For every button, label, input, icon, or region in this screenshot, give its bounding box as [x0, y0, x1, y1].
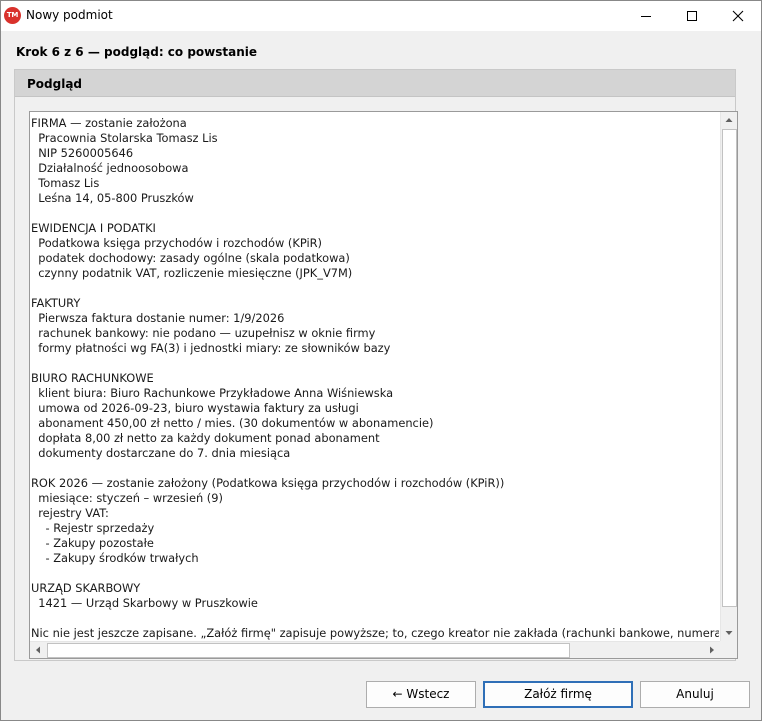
preview-line: FAKTURY	[31, 296, 81, 310]
preview-text: FIRMA — zostanie założona Pracownia Stol…	[31, 113, 719, 642]
preview-group: Podgląd FIRMA — zostanie założona Pracow…	[14, 69, 738, 661]
preview-textbox[interactable]: FIRMA — zostanie założona Pracownia Stol…	[29, 111, 738, 659]
app-logo-icon: TM	[4, 7, 21, 24]
preview-line: umowa od 2026-09-23, biuro wystawia fakt…	[31, 401, 359, 415]
scroll-right-button[interactable]	[704, 642, 720, 658]
chevron-left-icon	[36, 646, 40, 654]
preview-line: ROK 2026 — zostanie założony (Podatkowa …	[31, 476, 505, 490]
chevron-down-icon	[725, 631, 733, 635]
preview-line: - Zakupy środków trwałych	[31, 551, 199, 565]
preview-line: miesiące: styczeń – wrzesień (9)	[31, 491, 223, 505]
preview-line: abonament 450,00 zł netto / mies. (30 do…	[31, 416, 434, 430]
preview-line: Pracownia Stolarska Tomasz Lis	[31, 131, 218, 145]
horizontal-scroll-thumb[interactable]	[47, 643, 570, 658]
maximize-button[interactable]	[669, 1, 715, 31]
vertical-scroll-thumb[interactable]	[722, 129, 737, 607]
vertical-scrollbar[interactable]	[720, 112, 737, 641]
preview-line: Leśna 14, 05-800 Pruszków	[31, 191, 194, 205]
horizontal-scrollbar[interactable]	[30, 641, 720, 658]
preview-line: formy płatności wg FA(3) i jednostki mia…	[31, 341, 391, 355]
window-title: Nowy podmiot	[26, 8, 113, 22]
maximize-icon	[687, 11, 697, 21]
preview-line: Tomasz Lis	[31, 176, 100, 190]
preview-line: Działalność jednoosobowa	[31, 161, 189, 175]
preview-line: czynny podatnik VAT, rozliczenie miesięc…	[31, 266, 353, 280]
scroll-up-button[interactable]	[721, 112, 737, 128]
preview-line: podatek dochodowy: zasady ogólne (skala …	[31, 251, 350, 265]
preview-line: klient biura: Biuro Rachunkowe Przykłado…	[31, 386, 394, 400]
preview-line: URZĄD SKARBOWY	[31, 581, 141, 595]
preview-line: Nic nie jest jeszcze zapisane. „Załóż fi…	[31, 626, 719, 640]
preview-line: Pierwsza faktura dostanie numer: 1/9/202…	[31, 311, 285, 325]
minimize-button[interactable]	[623, 1, 669, 31]
preview-line: rachunek bankowy: nie podano — uzupełnis…	[31, 326, 376, 340]
close-button[interactable]	[715, 1, 761, 31]
preview-line: NIP 5260005646	[31, 146, 134, 160]
preview-line: - Zakupy pozostałe	[31, 536, 154, 550]
chevron-right-icon	[710, 646, 714, 654]
preview-line: - Rejestr sprzedaży	[31, 521, 155, 535]
wizard-window: TM Nowy podmiot Krok 6 z 6 — podgląd: co…	[0, 0, 762, 721]
preview-line: dopłata 8,00 zł netto za każdy dokument …	[31, 431, 380, 445]
preview-line: 1421 — Urząd Skarbowy w Pruszkowie	[31, 596, 258, 610]
scrollbar-corner	[720, 641, 737, 658]
preview-line: rejestry VAT:	[31, 506, 109, 520]
title-bar[interactable]: TM Nowy podmiot	[1, 1, 761, 31]
preview-line: FIRMA — zostanie założona	[31, 116, 187, 130]
preview-line: EWIDENCJA I PODATKI	[31, 221, 156, 235]
scroll-left-button[interactable]	[30, 642, 46, 658]
back-button[interactable]: ← Wstecz	[366, 681, 476, 708]
step-heading: Krok 6 z 6 — podgląd: co powstanie	[16, 45, 258, 59]
chevron-up-icon	[725, 118, 733, 122]
minimize-icon	[641, 16, 651, 17]
create-company-button[interactable]: Załóż firmę	[483, 681, 633, 708]
scroll-down-button[interactable]	[721, 625, 737, 641]
preview-line: BIURO RACHUNKOWE	[31, 371, 154, 385]
preview-group-title: Podgląd	[27, 77, 83, 91]
preview-group-header: Podgląd	[15, 70, 735, 97]
preview-line: dokumenty dostarczane do 7. dnia miesiąc…	[31, 446, 291, 460]
preview-line: Podatkowa księga przychodów i rozchodów …	[31, 236, 322, 250]
cancel-button[interactable]: Anuluj	[640, 681, 750, 708]
close-icon	[732, 10, 744, 22]
